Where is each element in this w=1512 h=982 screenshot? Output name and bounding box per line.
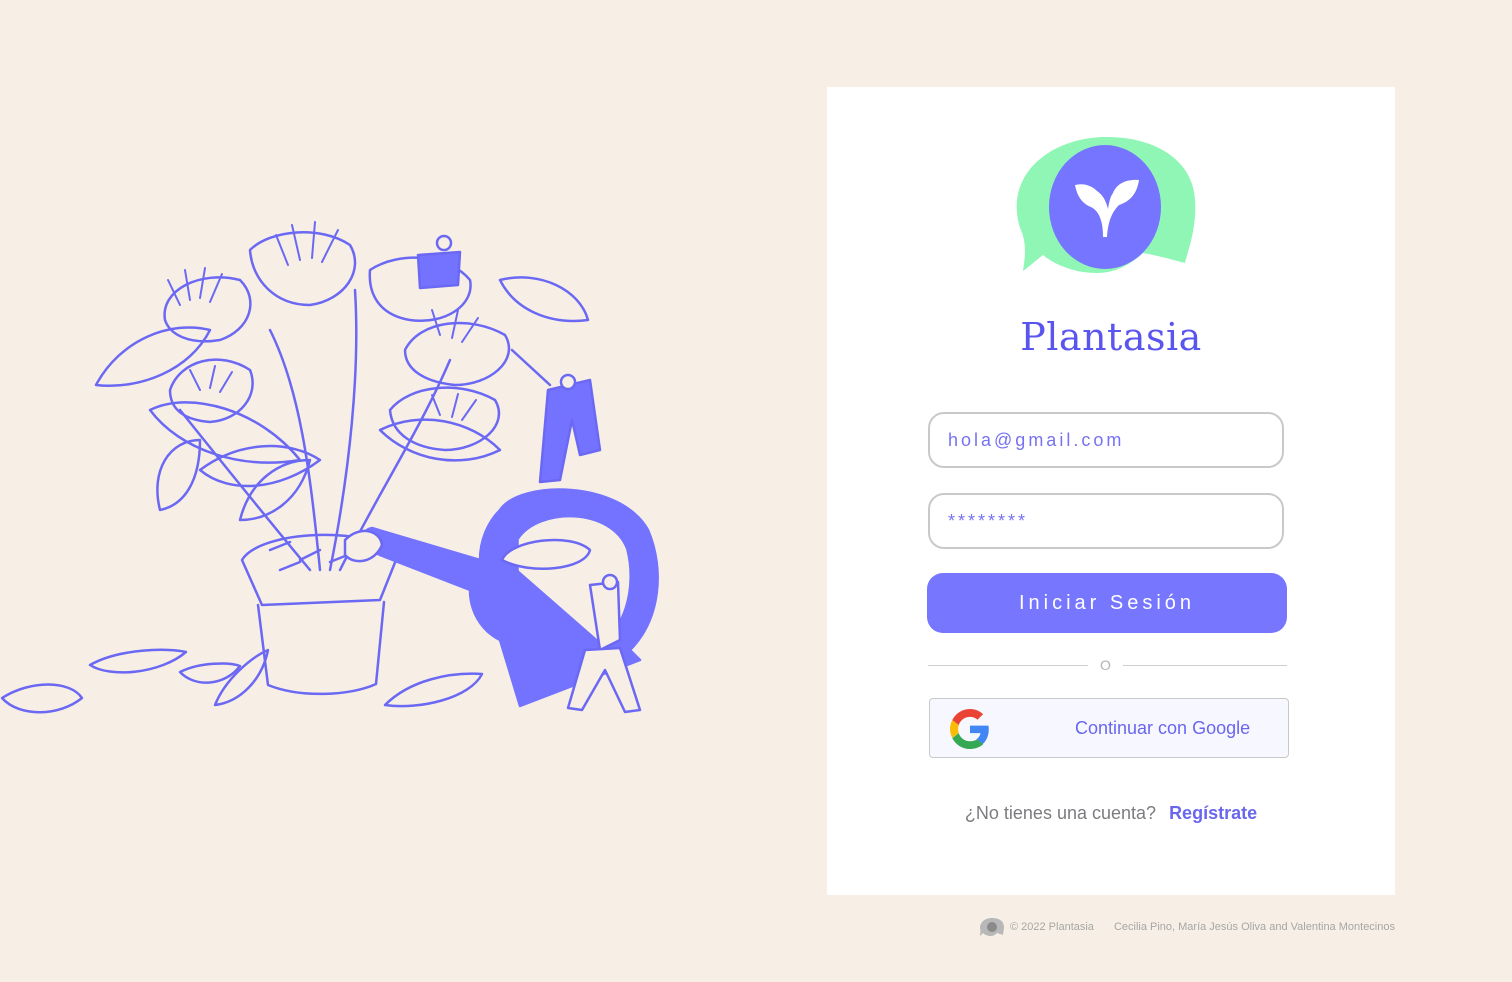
- divider-line-right: [1123, 665, 1287, 666]
- footer-copyright: © 2022 Plantasia: [1009, 921, 1094, 933]
- brand-title: Plantasia: [1020, 315, 1202, 359]
- password-input[interactable]: [928, 493, 1284, 549]
- plant-watering-illustration: [0, 221, 659, 714]
- plantasia-logo-icon: [1016, 137, 1196, 273]
- footer-credits: Cecilia Pino, María Jesús Oliva and Vale…: [1113, 921, 1395, 933]
- google-icon: [950, 709, 989, 749]
- divider-text: O: [1100, 657, 1111, 673]
- plantasia-footer-icon: [979, 918, 1004, 936]
- footer: © 2022 Plantasia Cecilia Pino, María Jes…: [979, 917, 1395, 937]
- signup-row: ¿No tienes una cuenta? Regístrate: [827, 803, 1395, 824]
- email-input[interactable]: [928, 412, 1284, 468]
- signup-question: ¿No tienes una cuenta?: [964, 803, 1157, 823]
- google-signin-button[interactable]: Continuar con Google: [929, 698, 1289, 758]
- login-card: Plantasia Iniciar Sesión O Continuar con…: [827, 87, 1395, 895]
- signup-link[interactable]: Regístrate: [1169, 803, 1257, 823]
- login-button[interactable]: Iniciar Sesión: [927, 573, 1287, 633]
- divider-line-left: [928, 665, 1088, 666]
- google-button-label: Continuar con Google: [1075, 718, 1251, 738]
